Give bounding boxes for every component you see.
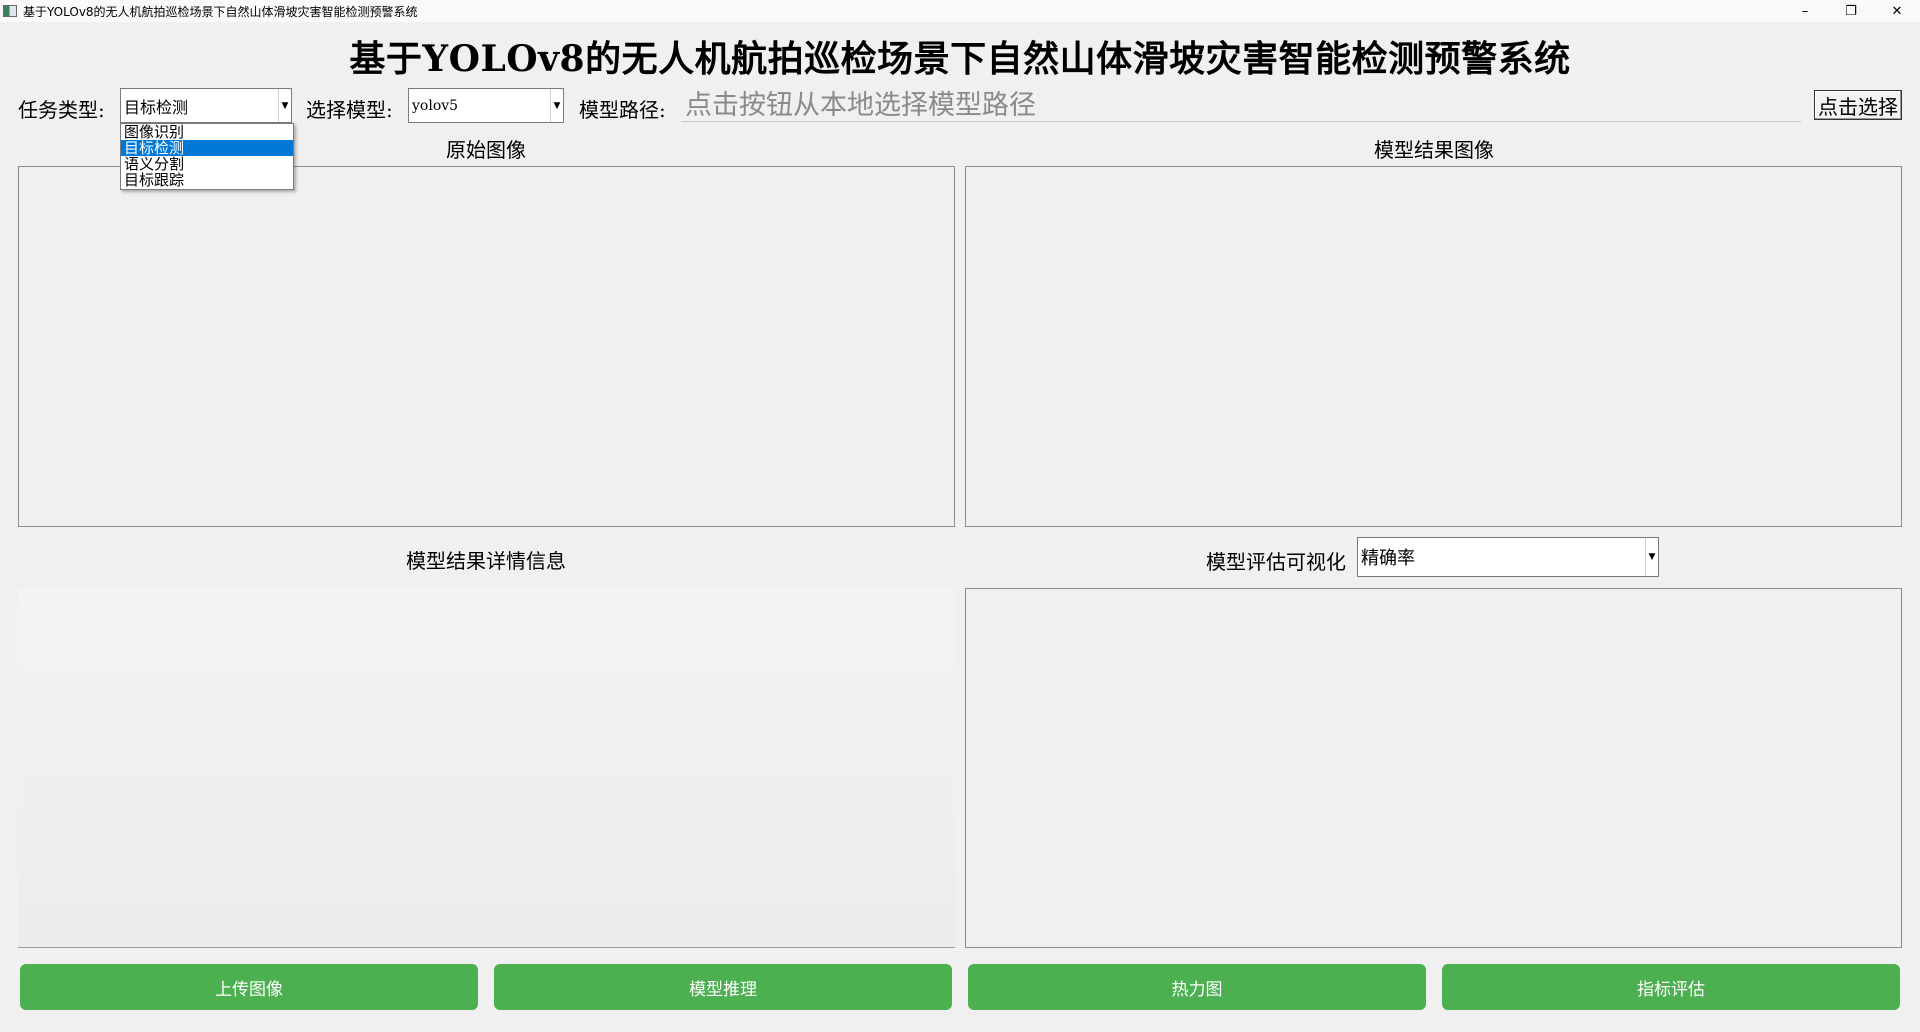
model-value: yolov5 [412,97,459,114]
heatmap-button[interactable]: 热力图 [968,964,1426,1010]
task-type-select[interactable]: 目标检测 ▼ [120,88,292,123]
dropdown-option[interactable]: 语义分割 [121,156,293,172]
page-title: 基于YOLOv8的无人机航拍巡检场景下自然山体滑坡灾害智能检测预警系统 [349,38,1571,80]
chevron-down-icon: ▼ [278,89,291,122]
eval-metric-select[interactable]: 精确率 ▼ [1357,537,1659,577]
task-type-value: 目标检测 [124,97,189,117]
task-type-dropdown-list[interactable]: 图像识别 目标检测 语义分割 目标跟踪 [120,123,294,190]
result-details-panel [18,588,955,948]
window-title: 基于YOLOv8的无人机航拍巡检场景下自然山体滑坡灾害智能检测预警系统 [23,4,418,19]
dropdown-option-selected[interactable]: 目标检测 [121,140,293,156]
upload-image-button[interactable]: 上传图像 [20,964,478,1010]
eval-visualization-label: 模型评估可视化 [1206,550,1346,574]
dropdown-option[interactable]: 目标跟踪 [121,172,293,188]
task-type-label: 任务类型: [18,98,105,122]
result-image-title: 模型结果图像 [1374,138,1494,162]
close-icon[interactable]: ✕ [1874,0,1920,22]
original-image-panel [18,166,955,527]
select-model-path-button[interactable]: 点击选择 [1814,90,1902,120]
model-path-label: 模型路径: [579,98,666,122]
result-image-panel [965,166,1902,527]
model-label: 选择模型: [306,98,393,122]
restore-icon[interactable]: ❐ [1828,0,1874,22]
chevron-down-icon: ▼ [550,89,563,122]
evaluate-metrics-button[interactable]: 指标评估 [1442,964,1900,1010]
model-path-input[interactable] [681,90,1801,122]
window-titlebar: 基于YOLOv8的无人机航拍巡检场景下自然山体滑坡灾害智能检测预警系统 – ❐ … [0,0,1920,22]
result-details-title: 模型结果详情信息 [406,549,566,573]
dropdown-option[interactable]: 图像识别 [121,124,293,140]
eval-visualization-panel [965,588,1902,948]
model-select[interactable]: yolov5 ▼ [408,88,564,123]
model-inference-button[interactable]: 模型推理 [494,964,952,1010]
eval-metric-value: 精确率 [1361,548,1415,569]
minimize-icon[interactable]: – [1782,0,1828,22]
app-icon [3,5,17,17]
chevron-down-icon: ▼ [1645,538,1658,576]
